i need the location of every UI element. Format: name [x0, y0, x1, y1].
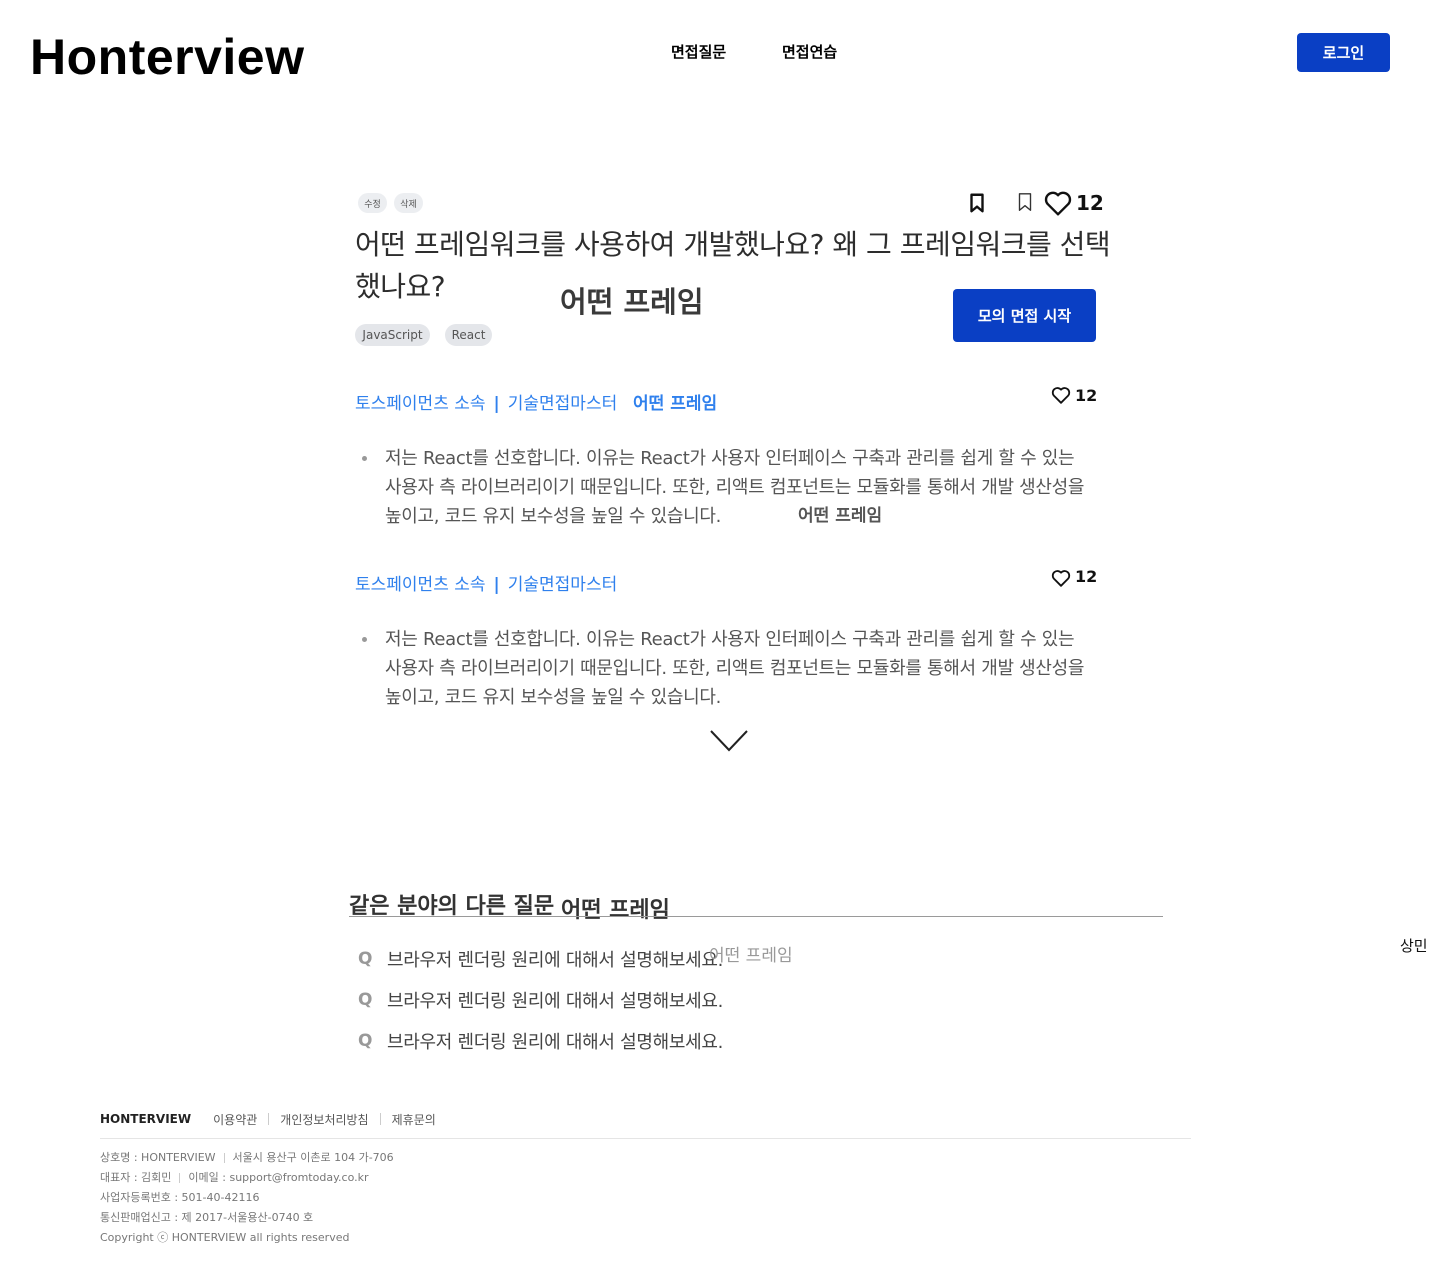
heart-icon[interactable]	[1042, 187, 1074, 219]
footer-link-partnership[interactable]: 제휴문의	[392, 1111, 436, 1128]
overlay-text: 어떤 프레임	[561, 898, 670, 923]
edit-button[interactable]: 수정	[358, 193, 387, 213]
footer-biz-number: 사업자등록번호 : 501-40-42116	[100, 1191, 260, 1204]
answer-text: 저는 React를 선호합니다. 이유는 React가 사용자 인터페이스 구축…	[385, 448, 1085, 527]
overlay-text: 어떤 프레임	[798, 506, 883, 526]
answer-author-name: 기술면접마스터	[507, 575, 618, 595]
heart-icon[interactable]	[1050, 384, 1072, 406]
footer-company-name: 상호명 : HONTERVIEW	[100, 1151, 216, 1164]
footer-divider	[100, 1138, 1191, 1139]
bullet	[362, 456, 367, 461]
related-questions-title: 같은 분야의 다른 질문	[349, 894, 555, 916]
divider	[349, 916, 1163, 917]
start-mock-interview-button[interactable]: 모의 면접 시작	[953, 289, 1096, 342]
bookmark-outline-icon[interactable]	[1014, 191, 1036, 213]
overlay-text: 어떤 프레임	[633, 394, 718, 414]
nav-interview-practice[interactable]: 면접연습	[782, 41, 837, 63]
tag-javascript[interactable]: JavaScript	[355, 324, 430, 346]
answer-company: 토스페이먼츠 소속	[355, 575, 486, 595]
q-marker: Q	[358, 990, 373, 1010]
heart-icon[interactable]	[1050, 567, 1072, 589]
tag-react[interactable]: React	[445, 324, 492, 346]
chevron-down-icon[interactable]	[709, 728, 749, 754]
footer-link-terms[interactable]: 이용약관	[213, 1111, 257, 1128]
footer-link-privacy[interactable]: 개인정보처리방침	[280, 1111, 368, 1128]
answer-like-count: 12	[1075, 386, 1098, 405]
answer-author[interactable]: 토스페이먼츠 소속 | 기술면접마스터	[355, 393, 617, 415]
related-question-text: 브라우저 렌더링 원리에 대해서 설명해보세요.	[387, 1032, 724, 1053]
footer-copyright: Copyright ⓒ HONTERVIEW all rights reserv…	[100, 1231, 350, 1244]
delete-button[interactable]: 삭제	[394, 193, 423, 213]
related-question-item[interactable]: Q 브라우저 렌더링 원리에 대해서 설명해보세요.	[358, 1028, 723, 1054]
footer-ceo: 대표자 : 김회민	[100, 1171, 172, 1184]
footer-email: 이메일 : support@fromtoday.co.kr	[188, 1171, 369, 1184]
side-label: 상민	[1400, 937, 1428, 955]
answer-author[interactable]: 토스페이먼츠 소속 | 기술면접마스터	[355, 574, 617, 596]
related-question-item[interactable]: Q 브라우저 렌더링 원리에 대해서 설명해보세요.	[358, 987, 723, 1013]
footer-address: 서울시 용산구 이촌로 104 가-706	[232, 1151, 394, 1164]
answer-text: 저는 React를 선호합니다. 이유는 React가 사용자 인터페이스 구축…	[385, 629, 1085, 708]
divider	[179, 1173, 181, 1183]
related-question-text: 브라우저 렌더링 원리에 대해서 설명해보세요.	[387, 991, 724, 1012]
q-marker: Q	[358, 949, 373, 969]
footer-contact-info: 대표자 : 김회민 이메일 : support@fromtoday.co.kr	[100, 1170, 369, 1186]
divider	[223, 1153, 225, 1163]
nav-interview-questions[interactable]: 면접질문	[671, 41, 726, 63]
separator: |	[493, 394, 500, 414]
related-question-text: 브라우저 렌더링 원리에 대해서 설명해보세요.	[387, 950, 724, 971]
answer-author-name: 기술면접마스터	[507, 394, 618, 414]
footer-company-info: 상호명 : HONTERVIEW 서울시 용산구 이촌로 104 가-706	[100, 1150, 394, 1166]
logo[interactable]: Honterview	[30, 28, 305, 86]
bullet	[362, 637, 367, 642]
like-count: 12	[1076, 191, 1104, 215]
related-question-item[interactable]: Q 브라우저 렌더링 원리에 대해서 설명해보세요.	[358, 946, 723, 972]
answer-company: 토스페이먼츠 소속	[355, 394, 486, 414]
answer-like-count: 12	[1075, 567, 1098, 586]
footer-brand: HONTERVIEW	[100, 1112, 192, 1126]
footer-links: HONTERVIEW 이용약관 개인정보처리방침 제휴문의	[100, 1110, 436, 1128]
overlay-text: 어떤 프레임	[560, 285, 704, 319]
divider	[379, 1113, 381, 1125]
separator: |	[493, 575, 500, 595]
footer-mail-order: 통신판매업신고 : 제 2017-서울용산-0740 호	[100, 1211, 314, 1224]
q-marker: Q	[358, 1031, 373, 1051]
divider	[268, 1113, 270, 1125]
overlay-text: 어떤 프레임	[709, 946, 793, 966]
bookmark-icon[interactable]	[966, 192, 988, 214]
login-button[interactable]: 로그인	[1297, 33, 1390, 72]
